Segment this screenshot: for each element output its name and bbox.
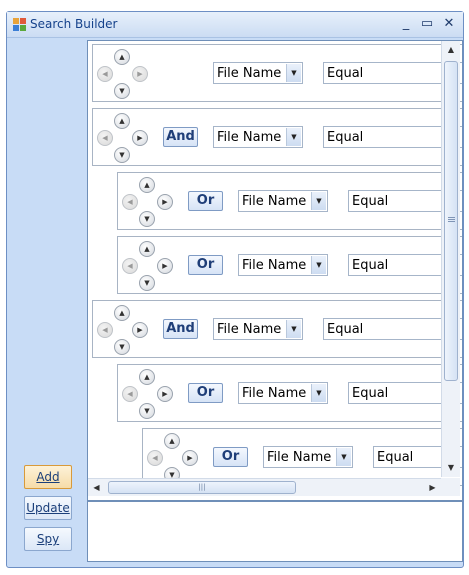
operator-button[interactable]: And (163, 127, 198, 147)
field-dropdown-value: File Name (217, 130, 282, 145)
update-button[interactable]: Update (24, 496, 72, 520)
comparison-value: Equal (352, 386, 389, 401)
field-dropdown[interactable]: File Name ▼ (238, 190, 328, 212)
arrow-left-icon[interactable]: ◀ (147, 450, 163, 466)
scroll-up-icon[interactable]: ▲ (442, 41, 460, 58)
comparison-value: Equal (327, 322, 364, 337)
move-controls: ▲ ◀ ▶ ▼ (97, 303, 149, 359)
field-dropdown-value: File Name (217, 322, 282, 337)
move-controls: ▲ ◀ ▶ ▼ (122, 367, 174, 423)
arrow-right-icon[interactable]: ▶ (132, 66, 148, 82)
vertical-scrollbar[interactable]: ▲ ▼ (441, 41, 460, 477)
arrow-left-icon[interactable]: ◀ (122, 194, 138, 210)
move-controls: ▲ ◀ ▶ ▼ (97, 111, 149, 167)
dropdown-arrow-icon[interactable]: ▼ (286, 320, 301, 338)
criteria-row: ▲ ◀ ▶ ▼ File Name ▼ Equal (92, 44, 462, 102)
field-dropdown[interactable]: File Name ▼ (238, 254, 328, 276)
app-grid-icon (13, 18, 26, 31)
arrow-down-icon[interactable]: ▼ (114, 147, 130, 163)
search-builder-window: Search Builder _ ▭ ✕ Add Update Spy ▲ ◀ ▶ ▼… (6, 11, 464, 568)
operator-button[interactable]: Or (213, 447, 248, 467)
operator-button[interactable]: And (163, 319, 198, 339)
operator-button[interactable]: Or (188, 255, 223, 275)
arrow-up-icon[interactable]: ▲ (114, 49, 130, 65)
dropdown-arrow-icon[interactable]: ▼ (336, 448, 351, 466)
dropdown-arrow-icon[interactable]: ▼ (286, 64, 301, 82)
field-dropdown[interactable]: File Name ▼ (213, 126, 303, 148)
criteria-row: ▲ ◀ ▶ ▼ Or File Name ▼ Equal (117, 236, 462, 294)
results-pane[interactable] (88, 500, 462, 561)
field-dropdown[interactable]: File Name ▼ (238, 382, 328, 404)
dropdown-arrow-icon[interactable]: ▼ (311, 192, 326, 210)
arrow-up-icon[interactable]: ▲ (114, 305, 130, 321)
arrow-right-icon[interactable]: ▶ (132, 130, 148, 146)
vertical-scroll-thumb[interactable] (444, 61, 458, 381)
horizontal-scrollbar[interactable]: ◀ ||| ▶ (88, 478, 441, 496)
field-dropdown-value: File Name (242, 258, 307, 273)
move-controls: ▲ ◀ ▶ ▼ (122, 175, 174, 231)
horizontal-scroll-thumb[interactable]: ||| (108, 481, 296, 494)
arrow-left-icon[interactable]: ◀ (122, 258, 138, 274)
arrow-right-icon[interactable]: ▶ (157, 386, 173, 402)
arrow-left-icon[interactable]: ◀ (97, 322, 113, 338)
field-dropdown-value: File Name (242, 194, 307, 209)
operator-button[interactable]: Or (188, 383, 223, 403)
field-dropdown[interactable]: File Name ▼ (213, 318, 303, 340)
minimize-button[interactable]: _ (397, 16, 415, 32)
arrow-down-icon[interactable]: ▼ (114, 83, 130, 99)
field-dropdown-value: File Name (242, 386, 307, 401)
arrow-up-icon[interactable]: ▲ (139, 241, 155, 257)
criteria-row: ▲ ◀ ▶ ▼ Or File Name ▼ Equal (117, 172, 462, 230)
scroll-down-icon[interactable]: ▼ (442, 459, 460, 476)
field-dropdown[interactable]: File Name ▼ (263, 446, 353, 468)
operator-button[interactable]: Or (188, 191, 223, 211)
scrollbar-corner (441, 478, 460, 496)
arrow-up-icon[interactable]: ▲ (114, 113, 130, 129)
arrow-up-icon[interactable]: ▲ (139, 177, 155, 193)
title-bar[interactable]: Search Builder _ ▭ ✕ (7, 12, 463, 38)
arrow-right-icon[interactable]: ▶ (157, 194, 173, 210)
criteria-row: ▲ ◀ ▶ ▼ And File Name ▼ Equal (92, 108, 462, 166)
arrow-right-icon[interactable]: ▶ (182, 450, 198, 466)
side-panel: Add Update Spy (9, 40, 85, 562)
comparison-value: Equal (352, 258, 389, 273)
spy-button[interactable]: Spy (24, 527, 72, 551)
dropdown-arrow-icon[interactable]: ▼ (311, 384, 326, 402)
maximize-button[interactable]: ▭ (418, 16, 436, 32)
arrow-down-icon[interactable]: ▼ (139, 211, 155, 227)
comparison-value: Equal (327, 66, 364, 81)
arrow-up-icon[interactable]: ▲ (139, 369, 155, 385)
criteria-row: ▲ ◀ ▶ ▼ And File Name ▼ Equal (92, 300, 462, 358)
field-dropdown[interactable]: File Name ▼ (213, 62, 303, 84)
criteria-row: ▲ ◀ ▶ ▼ Or File Name ▼ Equal (117, 364, 462, 422)
arrow-left-icon[interactable]: ◀ (97, 130, 113, 146)
comparison-value: Equal (377, 450, 414, 465)
dropdown-arrow-icon[interactable]: ▼ (286, 128, 301, 146)
scroll-left-icon[interactable]: ◀ (88, 479, 105, 496)
scroll-right-icon[interactable]: ▶ (424, 479, 441, 496)
comparison-value: Equal (352, 194, 389, 209)
add-button[interactable]: Add (24, 465, 72, 489)
dropdown-arrow-icon[interactable]: ▼ (311, 256, 326, 274)
move-controls: ▲ ◀ ▶ ▼ (122, 239, 174, 295)
arrow-left-icon[interactable]: ◀ (122, 386, 138, 402)
arrow-up-icon[interactable]: ▲ (164, 433, 180, 449)
window-title: Search Builder (30, 17, 118, 31)
arrow-down-icon[interactable]: ▼ (114, 339, 130, 355)
arrow-right-icon[interactable]: ▶ (157, 258, 173, 274)
arrow-right-icon[interactable]: ▶ (132, 322, 148, 338)
move-controls: ▲ ◀ ▶ ▼ (97, 47, 149, 103)
comparison-value: Equal (327, 130, 364, 145)
field-dropdown-value: File Name (267, 450, 332, 465)
arrow-left-icon[interactable]: ◀ (97, 66, 113, 82)
criteria-list[interactable]: ▲ ◀ ▶ ▼ File Name ▼ Equal ▲ ◀ ▶ ▼ And File Name ▼ Equa… (88, 41, 462, 497)
close-button[interactable]: ✕ (440, 16, 458, 32)
arrow-down-icon[interactable]: ▼ (139, 403, 155, 419)
arrow-down-icon[interactable]: ▼ (139, 275, 155, 291)
criteria-panel: ▲ ◀ ▶ ▼ File Name ▼ Equal ▲ ◀ ▶ ▼ And File Name ▼ Equa… (87, 40, 463, 562)
field-dropdown-value: File Name (217, 66, 282, 81)
